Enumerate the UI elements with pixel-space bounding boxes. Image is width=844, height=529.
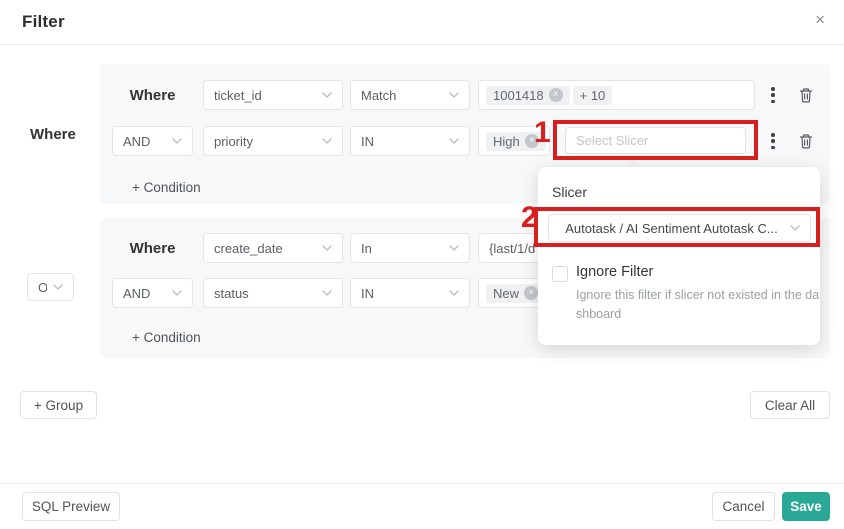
condition-row: Where ticket_id Match 1001418 × + 10 (100, 80, 830, 110)
ignore-filter-description: Ignore this filter if slicer not existed… (576, 286, 820, 324)
row-bool-label: Where (112, 80, 193, 110)
slicer-select[interactable]: Autotask / AI Sentiment Autotask C... (548, 214, 811, 242)
dialog-title: Filter (22, 12, 65, 32)
value-tag-text: High (493, 134, 520, 149)
row-menu-kebab-icon[interactable] (771, 87, 775, 103)
field-select[interactable]: create_date (203, 233, 343, 263)
chevron-down-icon (322, 138, 332, 144)
add-condition-link[interactable]: + Condition (132, 180, 201, 195)
chevron-down-icon (172, 138, 182, 144)
annotation-step-2: 2 (521, 201, 538, 235)
save-button[interactable]: Save (782, 492, 830, 521)
outer-bool-label: Where (30, 126, 76, 143)
operator-select[interactable]: Match (350, 80, 470, 110)
outer-bool-select-or[interactable]: OR (27, 273, 74, 301)
add-group-button[interactable]: + Group (20, 391, 97, 419)
field-select[interactable]: status (203, 278, 343, 308)
chevron-down-icon (449, 138, 459, 144)
bool-select-value: AND (123, 286, 166, 301)
select-slicer-input[interactable] (565, 127, 746, 154)
bool-select[interactable]: AND (112, 126, 193, 156)
popover-title: Slicer (552, 184, 587, 200)
filter-dialog: Filter × Where OR Where ticket_id Match … (0, 0, 844, 529)
value-tag-text: 1001418 (493, 88, 544, 103)
field-select-value: ticket_id (214, 88, 316, 103)
chevron-down-icon (322, 245, 332, 251)
operator-select-value: Match (361, 88, 443, 103)
sql-preview-button[interactable]: SQL Preview (22, 492, 120, 521)
operator-select-value: In (361, 241, 443, 256)
ignore-filter-checkbox[interactable] (552, 266, 568, 282)
cancel-button[interactable]: Cancel (712, 492, 775, 521)
operator-select-value: IN (361, 134, 443, 149)
tag-remove-icon[interactable]: × (524, 286, 538, 300)
add-condition-link[interactable]: + Condition (132, 330, 201, 345)
field-select[interactable]: priority (203, 126, 343, 156)
ignore-filter-label: Ignore Filter (576, 264, 653, 280)
delete-row-trash-icon[interactable] (798, 133, 814, 149)
chevron-down-icon (449, 92, 459, 98)
field-select-value: status (214, 286, 316, 301)
operator-select[interactable]: IN (350, 278, 470, 308)
chevron-down-icon (449, 290, 459, 296)
tag-remove-icon[interactable]: × (549, 88, 563, 102)
chevron-down-icon (449, 245, 459, 251)
close-icon[interactable]: × (815, 11, 825, 28)
delete-row-trash-icon[interactable] (798, 87, 814, 103)
row-menu-kebab-icon[interactable] (771, 133, 775, 149)
value-tag-text: New (493, 286, 519, 301)
chevron-down-icon (53, 284, 63, 290)
value-tag: New × (486, 284, 545, 303)
value-more-tag: + 10 (573, 86, 613, 105)
slicer-popover: Slicer Ignore Filter Ignore this filter … (538, 167, 820, 345)
field-select-value: create_date (214, 241, 316, 256)
bool-select-value: AND (123, 134, 166, 149)
operator-select[interactable]: In (350, 233, 470, 263)
field-select[interactable]: ticket_id (203, 80, 343, 110)
or-select-value: OR (38, 280, 47, 295)
header-divider (0, 44, 844, 45)
chevron-down-icon (322, 290, 332, 296)
chevron-down-icon (790, 225, 800, 231)
chevron-down-icon (322, 92, 332, 98)
value-text: {last/1/d (489, 241, 535, 256)
operator-select-value: IN (361, 286, 443, 301)
bool-select[interactable]: AND (112, 278, 193, 308)
footer-divider (0, 483, 844, 484)
operator-select[interactable]: IN (350, 126, 470, 156)
value-input[interactable]: 1001418 × + 10 (478, 80, 755, 110)
slicer-select-value: Autotask / AI Sentiment Autotask C... (559, 221, 784, 236)
annotation-step-1: 1 (534, 116, 551, 150)
value-tag: 1001418 × (486, 86, 570, 105)
field-select-value: priority (214, 134, 316, 149)
chevron-down-icon (172, 290, 182, 296)
clear-all-button[interactable]: Clear All (750, 391, 830, 419)
row-bool-label: Where (112, 233, 193, 263)
